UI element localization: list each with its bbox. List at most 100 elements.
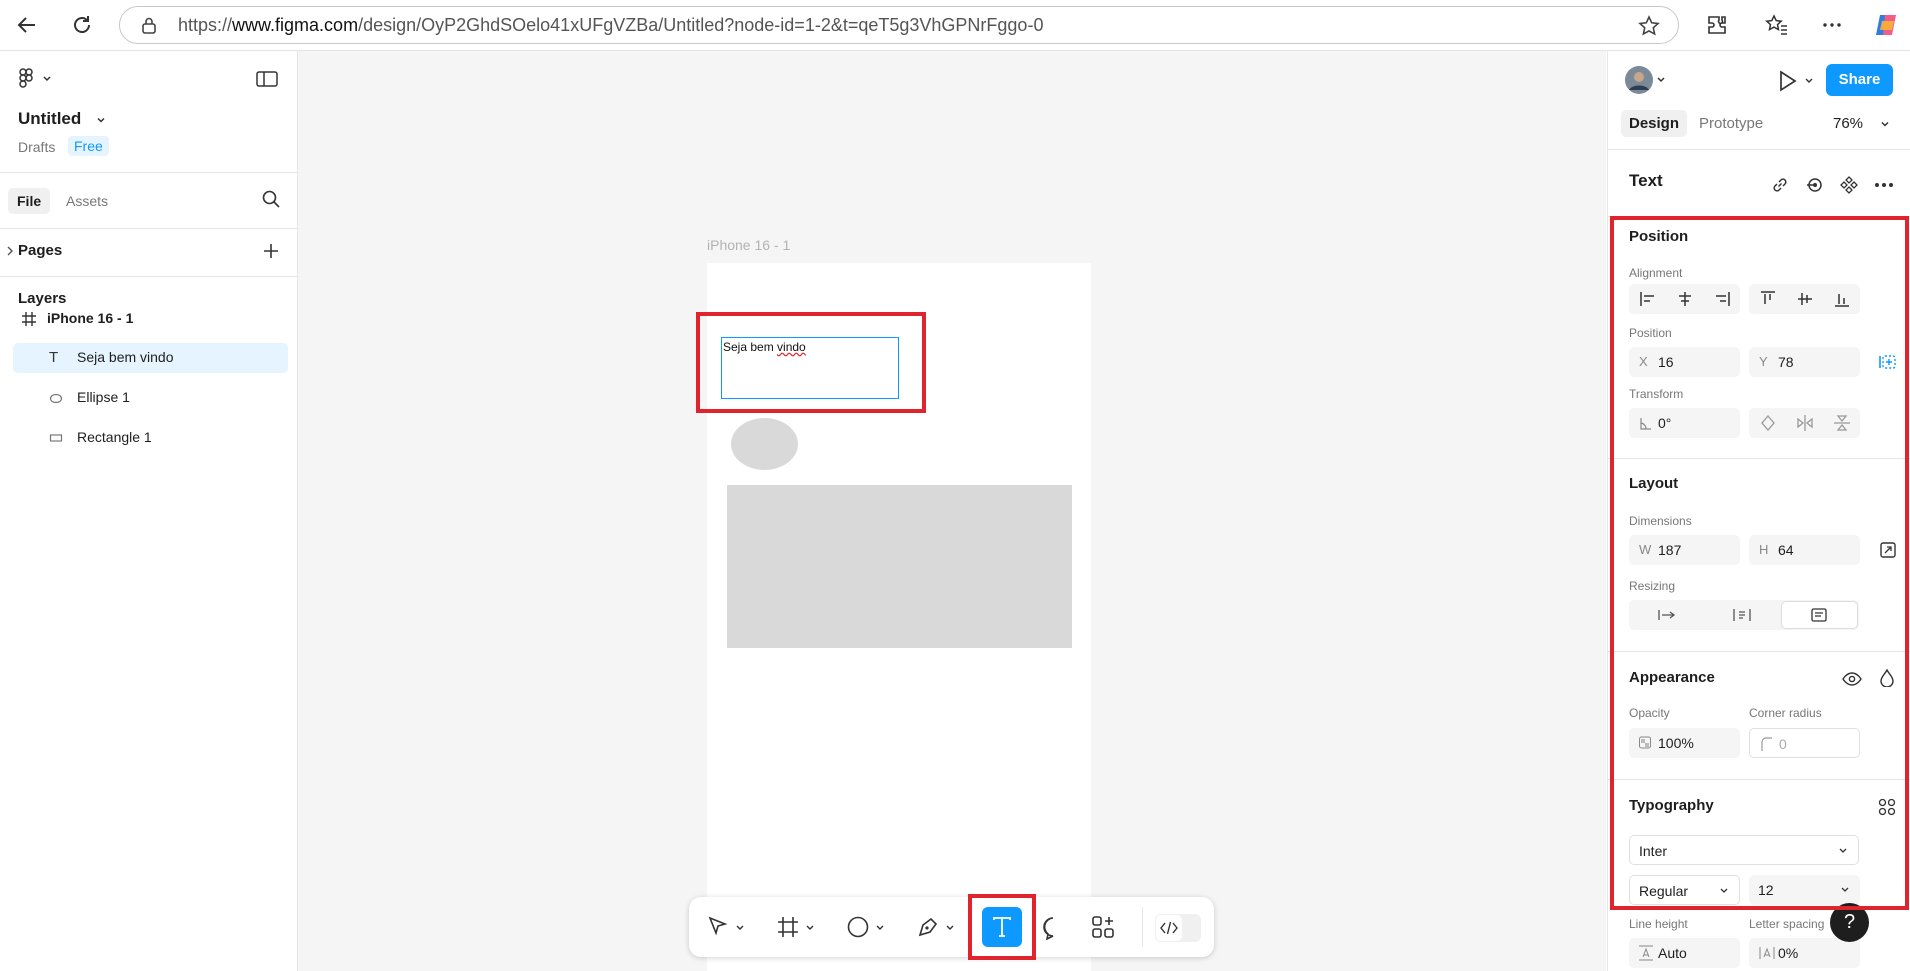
text-layer-selected[interactable]: Seja bem vindo <box>721 337 899 399</box>
rotate-icon[interactable] <box>1749 408 1786 438</box>
component-icon[interactable] <box>1837 173 1861 197</box>
align-bottom-icon[interactable] <box>1823 284 1860 314</box>
file-location[interactable]: Drafts <box>18 139 55 155</box>
layer-row-ellipse[interactable]: Ellipse 1 <box>13 383 288 413</box>
constraints-icon[interactable] <box>1876 350 1900 374</box>
file-title[interactable]: Untitled <box>18 109 81 129</box>
font-size-field[interactable]: 12 <box>1749 875 1860 905</box>
address-bar[interactable]: https://www.figma.com/design/OyP2GhdSOel… <box>119 6 1679 44</box>
move-tool-icon[interactable] <box>707 916 747 938</box>
align-top-icon[interactable] <box>1749 284 1786 314</box>
layer-name: iPhone 16 - 1 <box>47 310 134 326</box>
y-position-field[interactable]: Y 78 <box>1749 347 1860 377</box>
font-weight-select[interactable]: Regular <box>1629 875 1740 905</box>
layer-row-rectangle[interactable]: Rectangle 1 <box>13 423 288 453</box>
pen-tool-icon[interactable] <box>917 916 957 938</box>
horizontal-alignment-group <box>1629 284 1740 314</box>
resizing-label: Resizing <box>1629 579 1676 593</box>
line-height-icon <box>1639 938 1653 968</box>
chevron-down-icon[interactable] <box>95 114 107 126</box>
width-field[interactable]: W 187 <box>1629 535 1740 565</box>
auto-width-icon[interactable] <box>1629 600 1704 630</box>
fixed-size-icon[interactable] <box>1780 601 1858 629</box>
corner-radius-field[interactable]: 0 <box>1749 728 1860 758</box>
align-left-icon[interactable] <box>1629 284 1666 314</box>
add-page-icon[interactable] <box>262 242 280 260</box>
tab-design[interactable]: Design <box>1621 110 1688 137</box>
link-icon[interactable] <box>1768 173 1792 197</box>
figma-logo-menu-icon[interactable] <box>18 68 54 90</box>
lock-icon[interactable] <box>140 16 158 34</box>
position-label: Position <box>1629 326 1672 340</box>
blend-mode-icon[interactable] <box>1875 666 1899 690</box>
tab-prototype[interactable]: Prototype <box>1699 115 1763 132</box>
chevron-right-icon[interactable] <box>5 245 15 257</box>
back-icon[interactable] <box>11 9 43 41</box>
help-button[interactable]: ? <box>1830 903 1869 942</box>
layer-row-frame[interactable]: iPhone 16 - 1 <box>13 304 288 334</box>
h-value: 64 <box>1778 542 1794 558</box>
text-styles-icon[interactable] <box>1875 795 1899 819</box>
chevron-down-icon[interactable] <box>1879 118 1891 130</box>
toggle-sidebar-icon[interactable] <box>256 70 278 88</box>
more-options-icon[interactable] <box>1872 173 1896 197</box>
height-field[interactable]: H 64 <box>1749 535 1860 565</box>
plan-badge: Free <box>68 136 109 156</box>
canvas[interactable]: iPhone 16 - 1 Seja bem vindo <box>298 51 1606 971</box>
auto-height-icon[interactable] <box>1704 600 1779 630</box>
ellipse-shape[interactable] <box>731 418 798 470</box>
vertical-alignment-group <box>1749 284 1860 314</box>
flip-horizontal-icon[interactable] <box>1786 408 1823 438</box>
layer-row-text-selected[interactable]: T Seja bem vindo <box>13 343 288 373</box>
avatar[interactable] <box>1624 65 1668 95</box>
lock-aspect-icon[interactable] <box>1876 538 1900 562</box>
opacity-field[interactable]: 100% <box>1629 728 1740 758</box>
text-tool-button[interactable] <box>982 907 1022 947</box>
x-prefix: X <box>1639 354 1648 369</box>
present-play-icon[interactable] <box>1776 69 1816 93</box>
rotation-angle-icon <box>1639 408 1651 438</box>
tab-assets[interactable]: Assets <box>66 193 108 209</box>
font-size-value: 12 <box>1758 882 1774 898</box>
share-button[interactable]: Share <box>1826 64 1893 96</box>
chevron-down-icon <box>1840 875 1850 905</box>
align-right-icon[interactable] <box>1703 284 1740 314</box>
rotation-field[interactable]: 0° <box>1629 408 1740 438</box>
divider <box>1608 651 1910 652</box>
more-menu-icon[interactable] <box>1816 9 1848 41</box>
iphone-frame[interactable]: Seja bem vindo <box>707 263 1091 971</box>
reload-icon[interactable] <box>66 9 98 41</box>
tab-file[interactable]: File <box>8 188 51 214</box>
copilot-icon[interactable] <box>1870 9 1902 41</box>
pages-header[interactable]: Pages <box>18 242 62 259</box>
selection-type: Text <box>1629 171 1663 190</box>
extensions-icon[interactable] <box>1701 9 1733 41</box>
flip-vertical-icon[interactable] <box>1823 408 1860 438</box>
line-height-field[interactable]: Auto <box>1629 938 1740 968</box>
align-middle-icon[interactable] <box>1786 284 1823 314</box>
x-position-field[interactable]: X 16 <box>1629 347 1740 377</box>
letter-spacing-icon <box>1759 938 1775 968</box>
visibility-eye-icon[interactable] <box>1840 667 1864 691</box>
frame-label[interactable]: iPhone 16 - 1 <box>707 237 790 253</box>
rectangle-shape[interactable] <box>727 485 1072 648</box>
favorites-icon[interactable] <box>1761 9 1793 41</box>
alignment-label: Alignment <box>1629 266 1683 280</box>
search-icon[interactable] <box>261 189 281 209</box>
resizing-group <box>1629 600 1859 630</box>
shape-tool-icon[interactable] <box>847 916 887 938</box>
dev-mode-toggle[interactable] <box>1155 914 1201 942</box>
zoom-level[interactable]: 76% <box>1833 115 1863 132</box>
target-icon[interactable] <box>1803 173 1827 197</box>
favorite-star-icon[interactable] <box>1638 15 1660 37</box>
opacity-icon <box>1639 728 1651 758</box>
resources-tool-icon[interactable] <box>1091 915 1115 939</box>
font-family-select[interactable]: Inter <box>1629 835 1859 865</box>
letter-spacing-field[interactable]: 0% <box>1749 938 1860 968</box>
align-center-icon[interactable] <box>1666 284 1703 314</box>
dimensions-label: Dimensions <box>1629 514 1692 528</box>
frame-tool-icon[interactable] <box>777 916 817 938</box>
ellipse-icon <box>49 393 63 404</box>
comment-tool-icon[interactable] <box>1041 916 1065 940</box>
rectangle-icon <box>49 433 63 443</box>
